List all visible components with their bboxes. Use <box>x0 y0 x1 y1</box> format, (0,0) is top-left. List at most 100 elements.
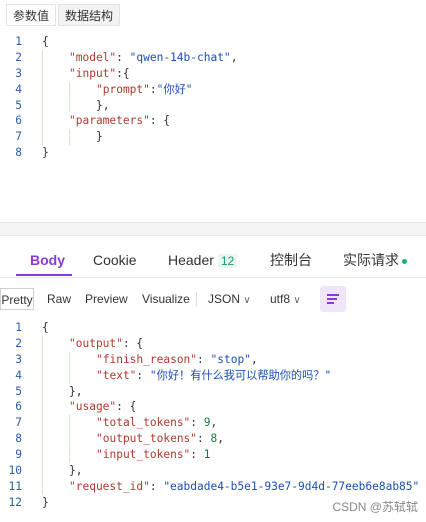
format-chevron-down-icon: ∨ <box>243 295 251 306</box>
tab-actual-request[interactable]: 实际请求 <box>343 250 407 270</box>
code-token: } <box>42 146 49 160</box>
code-token: : <box>116 50 130 64</box>
indent-guide <box>42 129 43 146</box>
code-token: "你好！有什么我可以帮助你的吗？" <box>149 368 332 382</box>
code-line: 1{ <box>0 34 426 50</box>
code-token: }, <box>69 464 83 478</box>
tab-data-structure[interactable]: 数据结构 <box>58 4 121 26</box>
line-number: 5 <box>15 98 22 112</box>
code-token: : { <box>149 114 171 128</box>
encoding-chevron-down-icon: ∨ <box>293 295 301 306</box>
line-number: 4 <box>15 368 22 382</box>
code-token: }, <box>96 98 110 112</box>
indent-guide <box>42 383 43 400</box>
indent-guide <box>42 65 43 82</box>
tab-header[interactable]: Header 12 <box>168 250 238 270</box>
code-line: 4 "prompt":"你好" <box>0 81 426 98</box>
active-tab-underline <box>16 274 72 276</box>
code-text: } <box>96 129 103 145</box>
code-line: 1{ <box>0 320 426 336</box>
line-number: 7 <box>15 130 22 144</box>
code-token: "prompt" <box>96 82 150 96</box>
pretty-button[interactable]: Pretty <box>0 288 34 310</box>
code-token: : <box>149 82 157 96</box>
code-text: "total_tokens": 9, <box>96 415 217 431</box>
code-token: 1 <box>203 448 211 462</box>
code-line: 7} <box>0 129 426 146</box>
indent-guide <box>42 81 43 98</box>
code-token: , <box>230 50 238 64</box>
code-token: } <box>96 130 103 144</box>
code-text: } <box>42 495 49 511</box>
code-token: }, <box>69 384 83 398</box>
indent-guide <box>69 351 70 368</box>
code-token: "output" <box>69 336 123 350</box>
code-text: "text": "你好！有什么我可以帮助你的吗？" <box>96 368 331 384</box>
tab-param-values[interactable]: 参数值 <box>6 4 57 26</box>
indent-guide <box>42 97 43 114</box>
line-number: 8 <box>15 432 22 446</box>
code-token: "total_tokens" <box>96 416 191 430</box>
tab-console[interactable]: 控制台 <box>270 250 312 270</box>
code-text: }, <box>96 98 109 114</box>
code-token: : { <box>122 336 144 350</box>
response-code-viewer[interactable]: 1{2 "output": {3 "finish_reason": "stop", 4… <box>0 320 426 511</box>
status-dot-icon <box>402 258 407 264</box>
indent-guide <box>42 49 43 66</box>
line-number: 6 <box>15 400 22 414</box>
code-token: "output_tokens" <box>96 432 198 446</box>
code-line: 4 "text": "你好！有什么我可以帮助你的吗？" <box>0 367 426 384</box>
code-token: "input" <box>69 66 117 80</box>
indent-guide <box>42 415 43 432</box>
code-token: 9 <box>203 416 211 430</box>
code-line: 3 "finish_reason": "stop", <box>0 351 426 368</box>
panel-divider[interactable] <box>0 222 426 236</box>
line-number: 2 <box>15 336 22 350</box>
request-code-editor[interactable]: 1{2 "model": "qwen-14b-chat", 3 "input":{4 "… <box>0 34 426 161</box>
code-text: }, <box>69 463 82 479</box>
line-number: 5 <box>15 384 22 398</box>
code-token: , <box>250 352 258 366</box>
indent-guide <box>42 335 43 352</box>
code-line: 5}, <box>0 383 426 400</box>
code-line: 2 "output": { <box>0 335 426 352</box>
encoding-select[interactable]: utf8 ∨ <box>270 288 301 310</box>
code-text: "usage": { <box>69 399 136 415</box>
indent-guide <box>42 399 43 416</box>
code-token: { <box>42 35 49 48</box>
indent-guide <box>42 351 43 368</box>
indent-guide <box>42 367 43 384</box>
line-number: 9 <box>15 448 22 462</box>
code-line: 8} <box>0 145 426 161</box>
line-number: 7 <box>15 416 22 430</box>
indent-guide <box>69 367 70 384</box>
tab-cookie[interactable]: Cookie <box>93 250 137 270</box>
raw-button[interactable]: Raw <box>47 288 71 310</box>
indent-guide <box>42 431 43 448</box>
format-select[interactable]: JSON ∨ <box>208 288 251 310</box>
response-tabs: Body Cookie Header 12 控制台 实际请求 <box>0 238 426 278</box>
response-toolbar: Pretty Raw Preview Visualize JSON ∨ utf8… <box>0 286 426 312</box>
code-token: "request_id" <box>69 479 150 493</box>
code-text: "finish_reason": "stop", <box>96 352 258 368</box>
code-token: "text" <box>96 368 137 382</box>
indent-guide <box>69 415 70 432</box>
code-line: 11 "request_id": "eabdade4-b5e1-93e7-9d4d… <box>0 478 426 495</box>
visualize-button[interactable]: Visualize <box>142 288 190 310</box>
line-number: 1 <box>15 321 22 334</box>
code-token: "input_tokens" <box>96 448 191 462</box>
tab-body[interactable]: Body <box>30 250 65 270</box>
indent-guide <box>69 431 70 448</box>
preview-button[interactable]: Preview <box>85 288 128 310</box>
indent-guide <box>42 478 43 495</box>
code-token: , <box>210 416 218 430</box>
code-text: "parameters": { <box>69 113 170 129</box>
code-text: "request_id": "eabdade4-b5e1-93e7-9d4d-7… <box>69 479 419 495</box>
word-wrap-icon[interactable] <box>320 286 346 312</box>
code-text: "output_tokens": 8, <box>96 431 224 447</box>
line-number: 6 <box>15 114 22 128</box>
line-number: 3 <box>15 66 22 80</box>
code-token: "qwen-14b-chat" <box>129 50 231 64</box>
code-token: "stop" <box>210 352 251 366</box>
code-token: : <box>149 479 164 493</box>
